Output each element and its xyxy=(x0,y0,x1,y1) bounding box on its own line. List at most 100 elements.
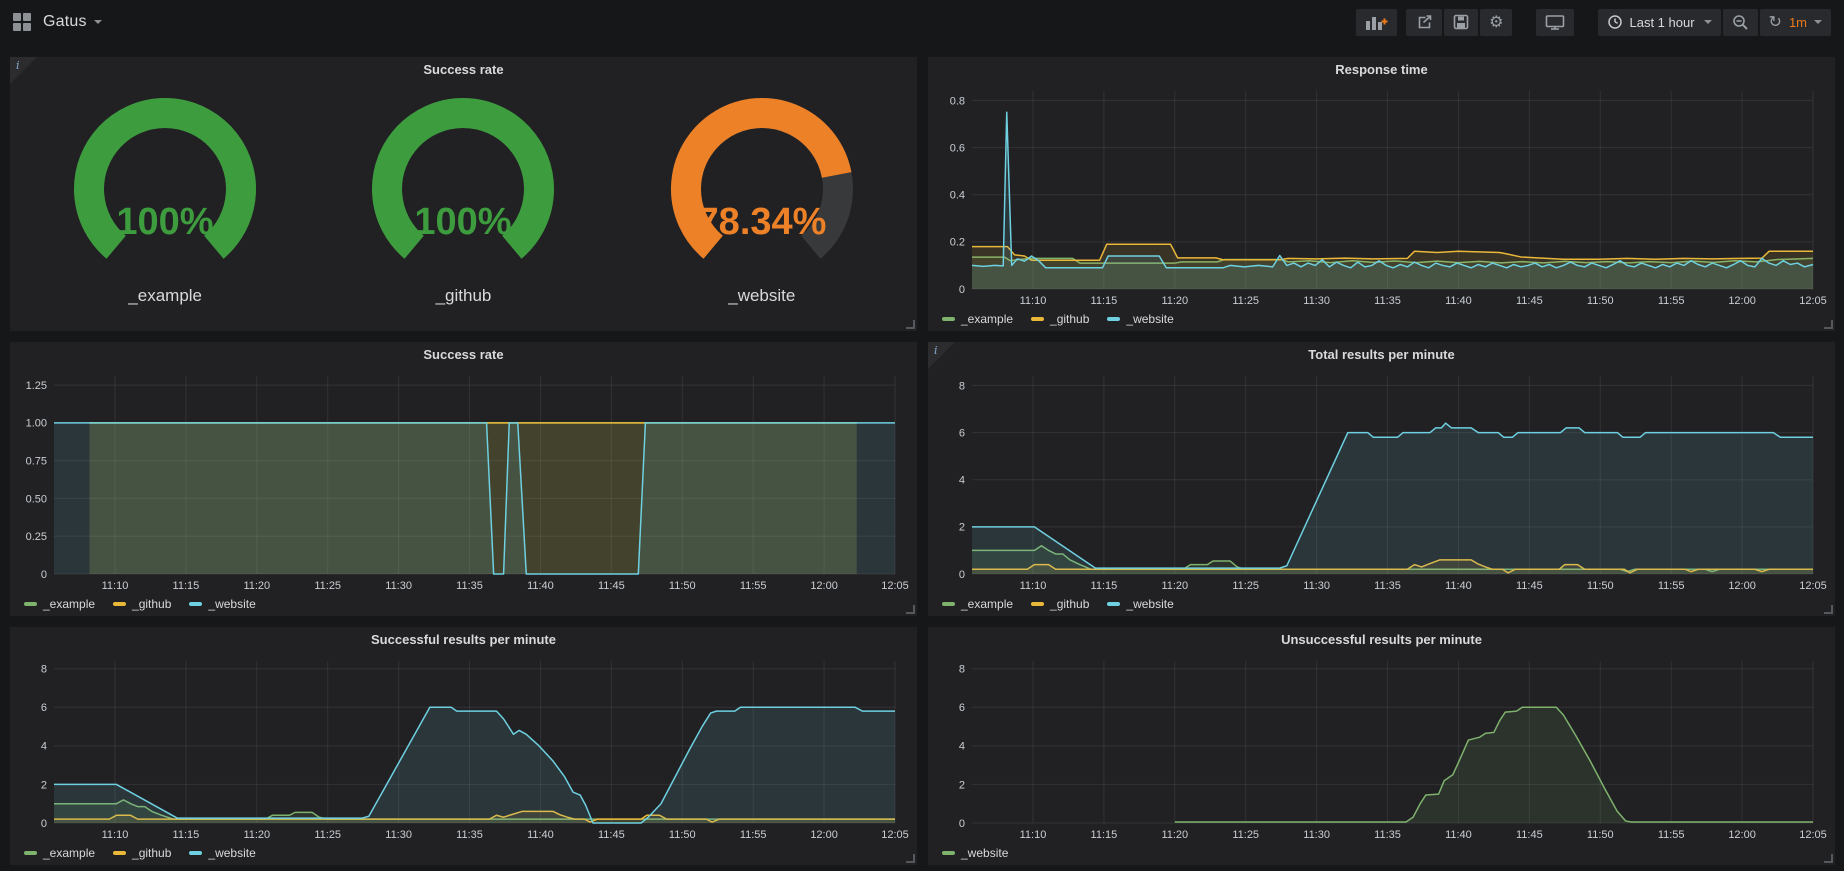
save-button[interactable] xyxy=(1444,9,1478,36)
legend-label: _github xyxy=(132,597,171,611)
panel-title[interactable]: Successful results per minute xyxy=(10,627,917,653)
legend-label: _website xyxy=(961,846,1008,860)
svg-text:0.50: 0.50 xyxy=(26,493,47,505)
monitor-icon xyxy=(1545,14,1565,30)
svg-text:11:25: 11:25 xyxy=(1232,295,1259,307)
svg-text:0.8: 0.8 xyxy=(950,95,965,107)
svg-text:8: 8 xyxy=(41,664,47,676)
svg-text:4: 4 xyxy=(959,741,965,753)
legend-item[interactable]: _example xyxy=(24,597,95,611)
panel-resize-handle[interactable] xyxy=(1824,605,1833,614)
legend-label: _example xyxy=(43,846,95,860)
tv-mode-button[interactable] xyxy=(1536,9,1574,36)
series-swatch xyxy=(189,602,202,606)
legend: _example _github _website xyxy=(16,843,911,863)
refresh-button[interactable]: ↻ 1m xyxy=(1760,9,1831,36)
svg-text:100%: 100% xyxy=(117,201,214,243)
series-swatch xyxy=(189,851,202,855)
svg-text:0: 0 xyxy=(959,284,965,296)
add-panel-button[interactable] xyxy=(1356,9,1397,36)
svg-text:12:05: 12:05 xyxy=(881,829,909,841)
legend-label: _github xyxy=(132,846,171,860)
info-icon[interactable]: i xyxy=(934,344,938,357)
panel-title[interactable]: Response time xyxy=(928,57,1835,83)
legend-item[interactable]: _github xyxy=(1031,312,1089,326)
panel-title[interactable]: Success rate xyxy=(10,57,917,83)
series-swatch xyxy=(942,851,955,855)
panel-title[interactable]: Success rate xyxy=(10,342,917,368)
svg-text:12:05: 12:05 xyxy=(1799,295,1827,307)
svg-text:11:10: 11:10 xyxy=(1020,580,1047,592)
dashboard-title-dropdown[interactable]: Gatus xyxy=(43,13,102,31)
panel-info-corner[interactable] xyxy=(10,57,37,84)
svg-text:12:00: 12:00 xyxy=(810,580,838,592)
legend-item[interactable]: _github xyxy=(1031,597,1089,611)
time-range-picker[interactable]: Last 1 hour xyxy=(1598,9,1720,36)
successful-results-chart[interactable]: 11:1011:1511:2011:2511:3011:3511:4011:45… xyxy=(16,653,911,843)
series-swatch xyxy=(942,317,955,321)
panel-resize-handle[interactable] xyxy=(906,320,915,329)
panel-title[interactable]: Total results per minute xyxy=(928,342,1835,368)
legend: _example _github _website xyxy=(934,594,1829,614)
share-button[interactable] xyxy=(1406,9,1442,36)
settings-button[interactable]: ⚙ xyxy=(1480,9,1512,36)
success-rate-chart[interactable]: 11:1011:1511:2011:2511:3011:3511:4011:45… xyxy=(16,368,911,594)
legend-item[interactable]: _example xyxy=(24,846,95,860)
svg-text:6: 6 xyxy=(959,427,965,439)
legend-item[interactable]: _website xyxy=(189,846,255,860)
panel-resize-handle[interactable] xyxy=(906,605,915,614)
gear-icon: ⚙ xyxy=(1489,14,1503,30)
refresh-icon: ↻ xyxy=(1769,14,1782,30)
series-swatch xyxy=(24,851,37,855)
zoom-out-button[interactable] xyxy=(1723,9,1758,36)
svg-text:12:00: 12:00 xyxy=(810,829,838,841)
legend-label: _github xyxy=(1050,312,1089,326)
svg-text:12:00: 12:00 xyxy=(1728,829,1756,841)
panel-resize-handle[interactable] xyxy=(1824,854,1833,863)
unsuccessful-results-chart[interactable]: 11:1011:1511:2011:2511:3011:3511:4011:45… xyxy=(934,653,1829,843)
svg-text:6: 6 xyxy=(959,702,965,714)
series-swatch xyxy=(942,602,955,606)
legend-item[interactable]: _website xyxy=(942,846,1008,860)
legend-item[interactable]: _github xyxy=(113,846,171,860)
legend-label: _example xyxy=(961,312,1013,326)
svg-text:12:05: 12:05 xyxy=(1799,829,1827,841)
series-swatch xyxy=(1107,602,1120,606)
legend-item[interactable]: _example xyxy=(942,597,1013,611)
svg-text:8: 8 xyxy=(959,380,965,392)
svg-text:11:45: 11:45 xyxy=(1516,829,1543,841)
legend-item[interactable]: _example xyxy=(942,312,1013,326)
info-icon[interactable]: i xyxy=(16,59,20,72)
svg-text:1.25: 1.25 xyxy=(26,380,47,392)
panel-resize-handle[interactable] xyxy=(906,854,915,863)
svg-text:11:40: 11:40 xyxy=(1445,580,1472,592)
series-swatch xyxy=(1031,317,1044,321)
series-swatch xyxy=(113,851,126,855)
legend-item[interactable]: _website xyxy=(1107,597,1173,611)
svg-text:11:40: 11:40 xyxy=(1445,829,1472,841)
svg-text:11:20: 11:20 xyxy=(243,829,270,841)
svg-text:11:15: 11:15 xyxy=(1091,829,1118,841)
svg-text:2: 2 xyxy=(41,779,47,791)
clock-icon xyxy=(1607,14,1623,30)
panel-title[interactable]: Unsuccessful results per minute xyxy=(928,627,1835,653)
svg-text:0.2: 0.2 xyxy=(950,237,965,249)
legend-item[interactable]: _website xyxy=(1107,312,1173,326)
dashboard-grid-icon[interactable] xyxy=(13,13,31,31)
legend-item[interactable]: _website xyxy=(189,597,255,611)
panel-info-corner[interactable] xyxy=(928,342,955,369)
svg-text:12:00: 12:00 xyxy=(1728,580,1756,592)
panel-resize-handle[interactable] xyxy=(1824,320,1833,329)
panel-unsuccessful-results: Unsuccessful results per minute 11:1011:… xyxy=(927,626,1836,866)
svg-text:11:40: 11:40 xyxy=(1445,295,1472,307)
svg-text:11:50: 11:50 xyxy=(1587,580,1614,592)
svg-text:11:30: 11:30 xyxy=(1303,829,1330,841)
svg-text:11:30: 11:30 xyxy=(1303,295,1330,307)
gauge-arc: 78.34% xyxy=(616,93,908,279)
total-results-chart[interactable]: 11:1011:1511:2011:2511:3011:3511:4011:45… xyxy=(934,368,1829,594)
svg-text:11:35: 11:35 xyxy=(1374,295,1401,307)
svg-text:4: 4 xyxy=(959,475,965,487)
response-time-chart[interactable]: 11:1011:1511:2011:2511:3011:3511:4011:45… xyxy=(934,83,1829,309)
gauge-label: _example xyxy=(128,286,202,306)
legend-item[interactable]: _github xyxy=(113,597,171,611)
